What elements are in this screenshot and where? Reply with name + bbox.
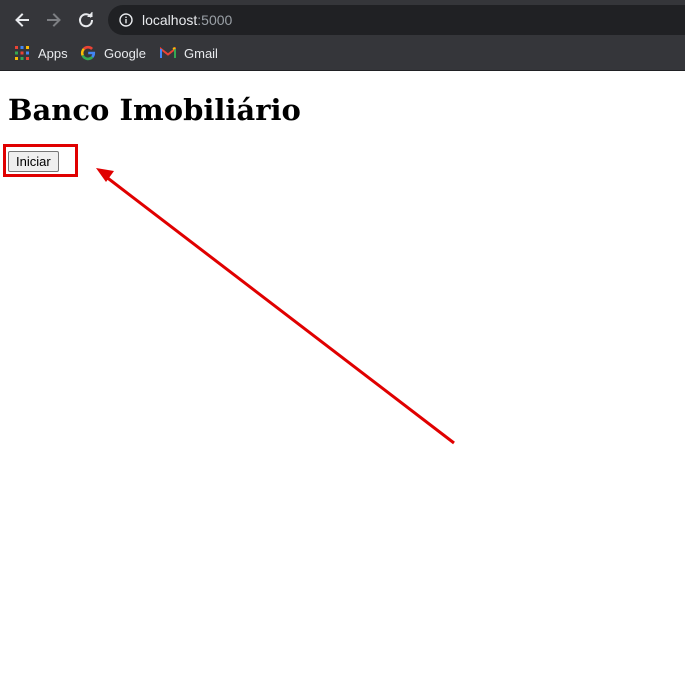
browser-toolbar: localhost:5000: [0, 0, 685, 38]
bookmark-label: Apps: [38, 45, 68, 61]
apps-grid-icon: [14, 45, 30, 61]
page-content: Banco Imobiliário Iniciar: [0, 71, 685, 692]
highlight-box: [3, 144, 78, 177]
forward-button[interactable]: [41, 7, 67, 33]
bookmark-label: Google: [104, 45, 146, 61]
google-icon: [80, 45, 96, 61]
address-bar[interactable]: localhost:5000: [108, 5, 685, 35]
bookmark-gmail[interactable]: Gmail: [160, 43, 218, 63]
reload-button[interactable]: [73, 7, 99, 33]
arrow-left-icon: [15, 13, 29, 27]
page-title: Banco Imobiliário: [8, 93, 301, 127]
back-button[interactable]: [9, 7, 35, 33]
info-icon[interactable]: [119, 13, 133, 27]
bookmark-apps[interactable]: Apps: [14, 43, 68, 63]
reload-icon: [79, 12, 94, 28]
url-text: localhost:5000: [142, 12, 232, 28]
url-host: localhost: [142, 12, 198, 28]
bookmarks-bar: Apps Google Gmail: [0, 38, 685, 68]
arrow-right-icon: [47, 13, 61, 27]
url-port: :5000: [197, 12, 233, 28]
bookmark-label: Gmail: [184, 45, 218, 61]
browser-chrome: localhost:5000 Apps Google Gmail: [0, 0, 685, 71]
bookmark-google[interactable]: Google: [80, 43, 146, 63]
gmail-icon: [160, 45, 176, 61]
